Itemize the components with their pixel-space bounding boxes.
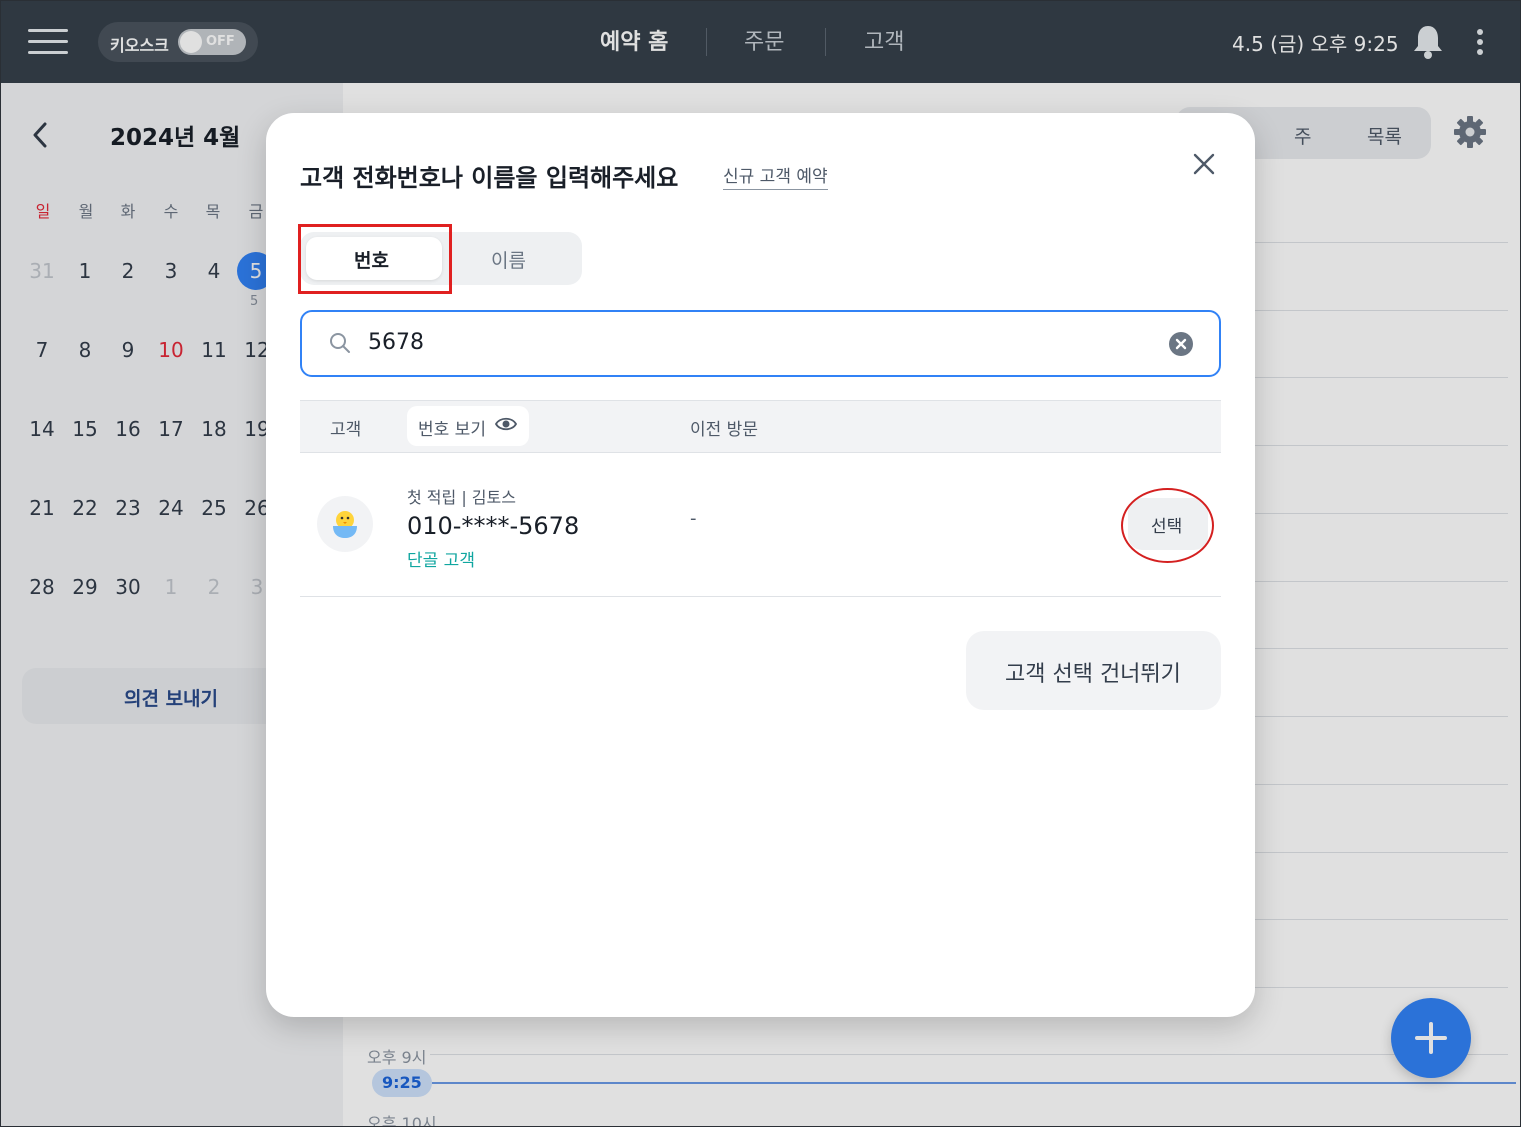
chick-avatar-icon [333, 511, 357, 538]
customer-tag: 단골 고객 [407, 551, 475, 571]
eye-icon [494, 417, 518, 431]
customer-meta: 첫 적립 | 김토스 [407, 488, 516, 507]
search-icon [330, 333, 350, 353]
column-customer: 고객 [330, 420, 362, 440]
customer-previous-visit: - [690, 508, 697, 529]
close-icon[interactable] [1188, 148, 1220, 180]
table-divider [300, 596, 1221, 597]
modal-backdrop-top [0, 0, 1521, 83]
search-input-value: 5678 [368, 330, 424, 355]
highlight-box [298, 224, 452, 294]
table-divider [300, 452, 1221, 453]
column-previous-visit: 이전 방문 [690, 420, 758, 440]
avatar [317, 496, 373, 552]
highlight-circle [1121, 488, 1214, 563]
new-customer-reservation-link[interactable]: 신규 고객 예약 [723, 162, 828, 190]
customer-phone: 010-****-5678 [407, 512, 580, 540]
search-input[interactable] [300, 310, 1221, 377]
tab-name[interactable]: 이름 [491, 246, 526, 273]
modal-title: 고객 전화번호나 이름을 입력해주세요 [300, 164, 679, 192]
show-number-label: 번호 보기 [418, 420, 486, 440]
clear-input-icon[interactable] [1168, 331, 1194, 357]
skip-customer-selection-label: 고객 선택 건너뛰기 [1005, 662, 1181, 687]
